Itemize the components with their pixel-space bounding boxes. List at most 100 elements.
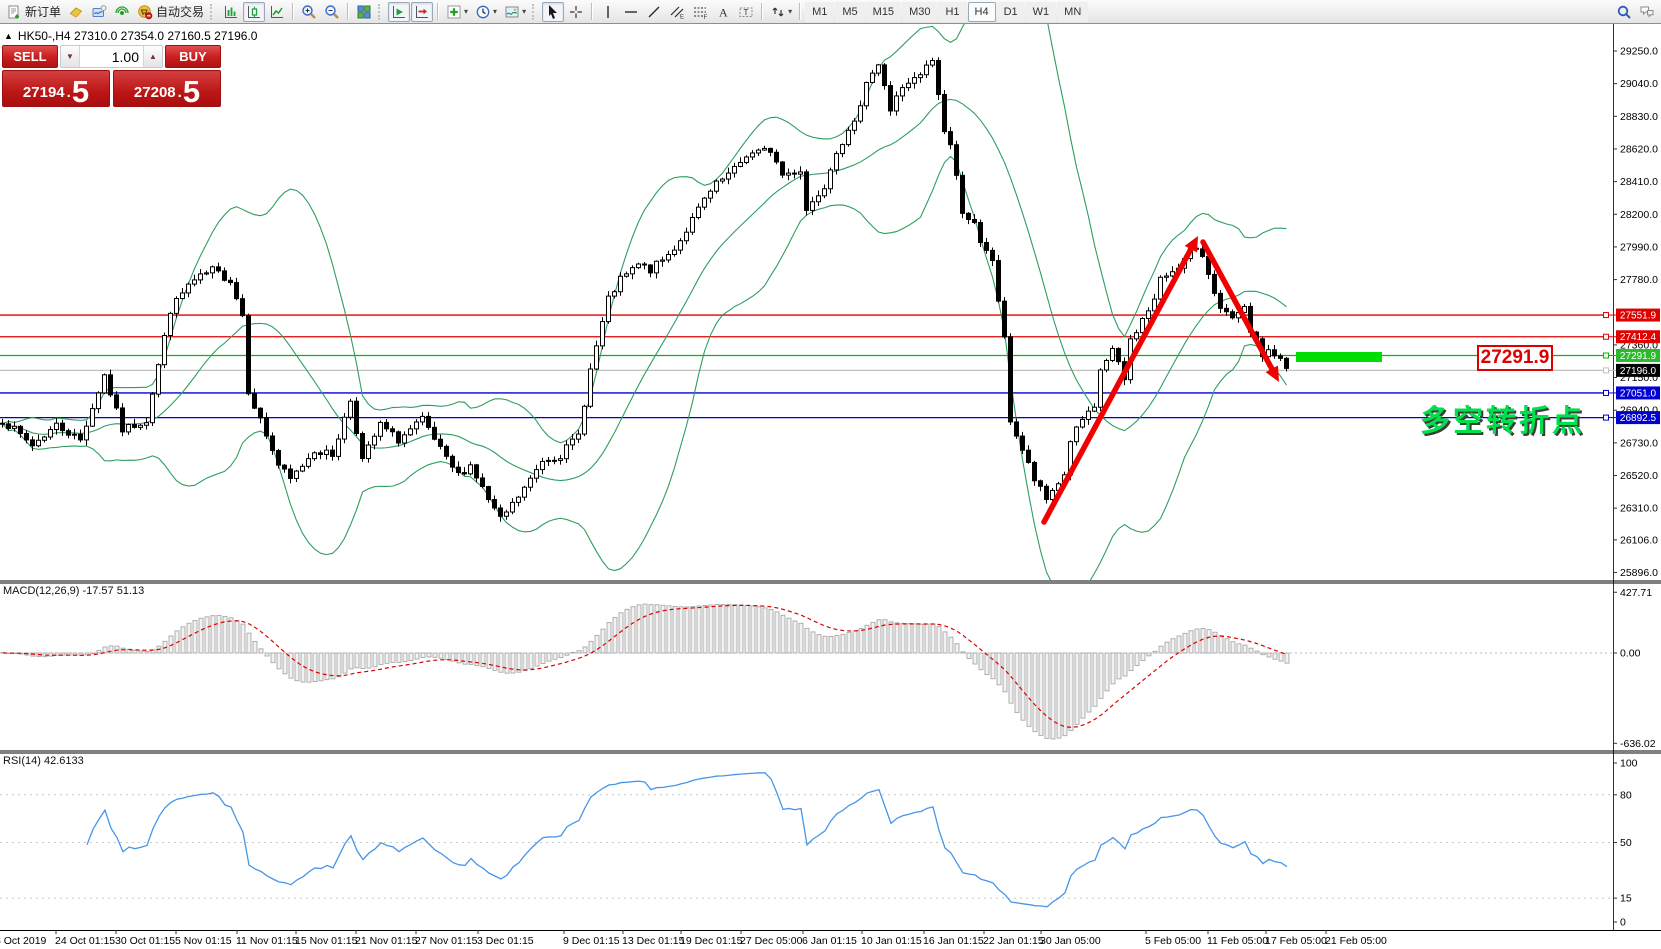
date-axis-label: 16 Jan 01:15 [923,935,984,947]
tile-windows-button[interactable] [353,2,375,22]
volume-stepper: ▼ 1.00 ▲ [60,45,163,68]
strategy-tester-icon [91,4,107,20]
equidistant-channel-button[interactable]: E [666,2,688,22]
periods-button[interactable]: ▾ [472,2,500,22]
horizontal-line-button[interactable] [620,2,642,22]
auto-scroll-button[interactable] [388,2,410,22]
line-chart-icon [269,4,285,20]
date-axis-label: 19 Dec 01:15 [680,935,743,947]
price-marker-text: 27291.9 [1620,351,1657,362]
macd-axis-label: -636.02 [1620,738,1656,750]
price-marker-text: 27051.0 [1620,388,1657,399]
price-axis-label: 28200.0 [1620,209,1658,221]
chart-window: 29250.029040.028830.028620.028410.028200… [0,24,1661,949]
tile-windows-icon [356,4,372,20]
date-axis-label: 9 Dec 01:15 [563,935,620,947]
clock-icon [475,4,491,20]
macd-axis-label: 427.71 [1620,587,1652,599]
buy-price-main: 27208 [134,85,176,100]
timeframe-d1-button[interactable]: D1 [997,2,1025,22]
auto-trading-button[interactable]: 自动交易 [134,2,207,22]
date-axis-label: 24 Oct 01:15 [55,935,115,947]
zoom-out-button[interactable] [321,2,343,22]
zoom-in-button[interactable] [298,2,320,22]
toolbar-grip [210,4,215,20]
marker-connector [1604,353,1609,358]
indicators-button[interactable]: ▾ [443,2,471,22]
sell-price-dot: . [67,85,71,100]
chart-canvas[interactable]: 29250.029040.028830.028620.028410.028200… [0,24,1661,949]
price-axis-label: 27780.0 [1620,274,1658,286]
chart-title-text: HK50-,H4 27310.0 27354.0 27160.5 27196.0 [18,29,258,43]
price-callout-27291[interactable]: 27291.9 [1477,345,1553,371]
volume-increase-button[interactable]: ▲ [143,46,162,67]
marker-connector [1604,368,1609,373]
buy-price-dot: . [178,85,182,100]
price-axis-label: 26310.0 [1620,503,1658,515]
new-order-button[interactable]: 新订单 [3,2,64,22]
cursor-icon [545,4,561,20]
sell-price[interactable]: 27194.5 [2,70,110,107]
price-axis-label: 28620.0 [1620,143,1658,155]
one-click-trade-panel: SELL ▼ 1.00 ▲ BUY 27194.5 27208.5 [2,45,221,107]
date-axis-label: 17 Feb 05:00 [1265,935,1327,947]
price-axis-label: 29040.0 [1620,78,1658,90]
auto-trading-icon [137,4,153,20]
search-icon [1616,4,1632,20]
highlight-bar [1296,352,1382,362]
trendline-button[interactable] [643,2,665,22]
date-axis-label: 21 Feb 05:00 [1325,935,1387,947]
strategy-tester-button[interactable] [88,2,110,22]
signals-button[interactable] [111,2,133,22]
timeframe-m30-button[interactable]: M30 [902,2,937,22]
text-button[interactable]: A [712,2,734,22]
volume-value[interactable]: 1.00 [80,46,143,67]
one-click-trading-toggle[interactable]: ▲ [4,31,13,41]
price-marker-text: 27196.0 [1620,366,1657,377]
timeframe-m1-button[interactable]: M1 [805,2,834,22]
candlestick-button[interactable] [243,2,265,22]
price-axis-label: 28830.0 [1620,111,1658,123]
timeframe-w1-button[interactable]: W1 [1026,2,1057,22]
toolbar-grip [378,4,383,20]
zoom-out-icon [324,4,340,20]
date-axis-label: 30 Oct 01:15 [115,935,175,947]
chevron-down-icon: ▾ [788,7,792,16]
cursor-button[interactable] [542,2,564,22]
price-axis-label: 29250.0 [1620,46,1658,58]
fibonacci-icon: F [692,4,708,20]
crosshair-button[interactable] [565,2,587,22]
timeframe-h4-button[interactable]: H4 [968,2,996,22]
price-axis-label: 26730.0 [1620,437,1658,449]
rsi-axis-label: 50 [1620,837,1632,849]
metaeditor-button[interactable] [65,2,87,22]
timeframe-m15-button[interactable]: M15 [866,2,901,22]
toolbar-separator [799,3,801,20]
price-axis-label: 26106.0 [1620,534,1658,546]
macd-label: MACD(12,26,9) -17.57 51.13 [3,585,144,597]
toolbar-separator [347,3,349,20]
buy-button[interactable]: BUY [165,45,221,68]
vertical-line-button[interactable] [597,2,619,22]
sell-button[interactable]: SELL [2,45,58,68]
templates-button[interactable]: ▾ [501,2,529,22]
chart-shift-button[interactable] [411,2,433,22]
panel-separator [0,581,1661,582]
chat-button[interactable] [1636,2,1658,22]
timeframe-mn-button[interactable]: MN [1057,2,1088,22]
turning-point-annotation: 多空转折点 [1420,396,1585,440]
timeframe-m5-button[interactable]: M5 [835,2,864,22]
bar-chart-button[interactable] [220,2,242,22]
signals-icon [114,4,130,20]
timeframe-h1-button[interactable]: H1 [938,2,966,22]
volume-decrease-button[interactable]: ▼ [61,46,80,67]
fibonacci-button[interactable]: F [689,2,711,22]
arrows-button[interactable]: ▾ [767,2,795,22]
search-button[interactable] [1613,2,1635,22]
buy-price[interactable]: 27208.5 [113,70,221,107]
rsi-axis-label: 100 [1620,758,1638,770]
line-chart-button[interactable] [266,2,288,22]
marker-connector [1604,334,1609,339]
date-axis-label: 22 Jan 01:15 [983,935,1044,947]
text-label-button[interactable]: T [735,2,757,22]
